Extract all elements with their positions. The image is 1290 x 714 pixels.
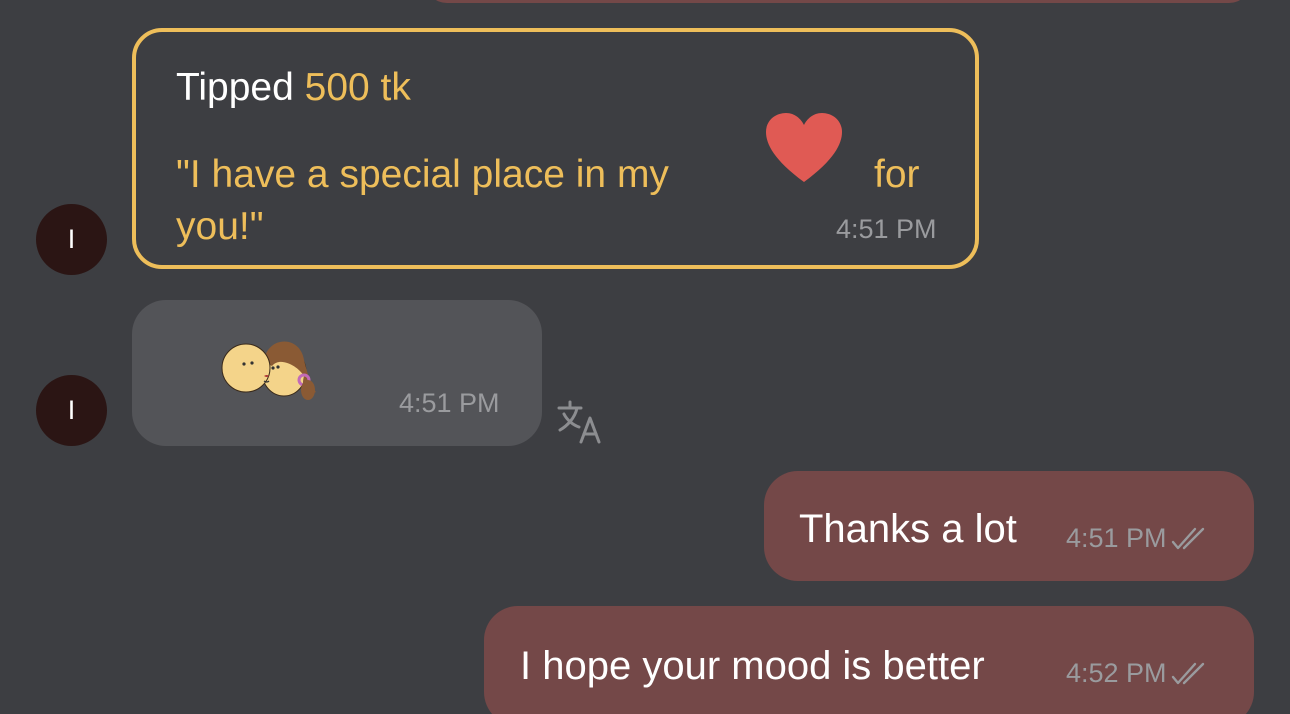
outgoing-message-bubble-partial[interactable] — [425, 0, 1251, 3]
translate-icon[interactable] — [555, 398, 605, 446]
message-text: Thanks a lot — [799, 507, 1017, 551]
tip-label: Tipped — [176, 66, 294, 109]
read-receipt-icon — [1171, 527, 1204, 549]
avatar-initial: I — [67, 395, 76, 425]
avatar-initial: I — [67, 224, 76, 254]
read-receipt-icon — [1171, 662, 1204, 684]
tip-header: Tipped 500 tk — [176, 66, 411, 110]
message-text: I hope your mood is better — [520, 644, 985, 688]
tip-amount: 500 tk — [304, 66, 411, 109]
message-timestamp: 4:51 PM — [836, 214, 937, 244]
message-timestamp: 4:52 PM — [1066, 658, 1167, 688]
tip-message-text: you!" — [176, 205, 264, 248]
sticker-message-bubble[interactable]: 4:51 PM — [132, 300, 542, 446]
chat-thread: I Tipped 500 tk "I have a special place … — [0, 0, 1290, 714]
avatar[interactable]: I — [36, 375, 107, 446]
outgoing-message-bubble[interactable]: I hope your mood is better 4:52 PM — [484, 606, 1254, 714]
heart-icon — [766, 113, 842, 182]
message-timestamp: 4:51 PM — [1066, 523, 1167, 553]
message-timestamp: 4:51 PM — [399, 388, 500, 418]
outgoing-message-bubble[interactable]: Thanks a lot 4:51 PM — [764, 471, 1254, 581]
tip-message-bubble[interactable]: Tipped 500 tk "I have a special place in… — [132, 28, 979, 269]
message-meta: 4:52 PM — [1066, 658, 1211, 689]
message-meta: 4:51 PM — [1066, 523, 1211, 554]
avatar[interactable]: I — [36, 204, 107, 275]
tip-message-text: "I have a special place in my — [176, 153, 669, 196]
kiss-sticker-icon — [221, 341, 316, 400]
tip-message-text: for — [874, 153, 920, 196]
